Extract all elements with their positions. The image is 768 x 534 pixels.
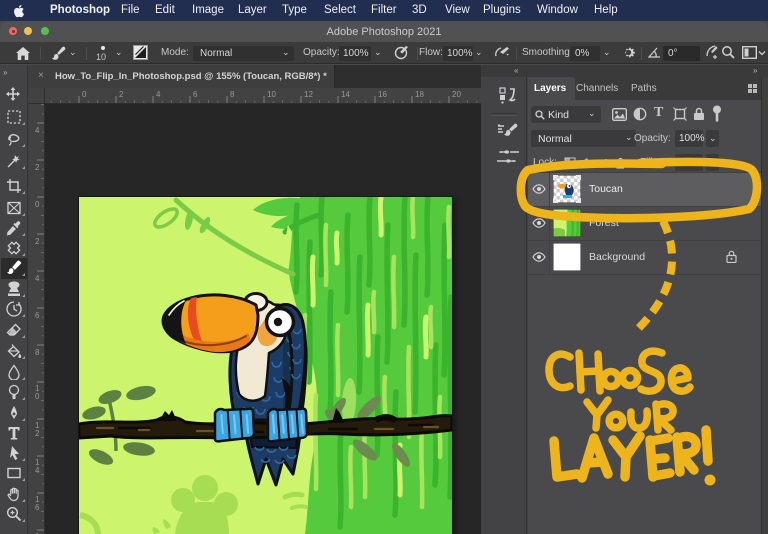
svg-text:4: 4 (156, 90, 161, 99)
svg-text:10: 10 (267, 90, 276, 99)
svg-text:8: 8 (230, 90, 235, 99)
svg-text:0: 0 (82, 90, 87, 99)
svg-text:4: 4 (35, 126, 40, 135)
svg-text:6: 6 (35, 311, 40, 320)
svg-text:2: 2 (119, 90, 124, 99)
svg-text:6: 6 (35, 503, 40, 512)
svg-text:4: 4 (35, 466, 40, 475)
svg-text:2: 2 (35, 163, 40, 172)
svg-text:2: 2 (35, 237, 40, 246)
svg-text:0: 0 (35, 392, 40, 401)
svg-text:4: 4 (35, 274, 40, 283)
svg-text:18: 18 (415, 90, 424, 99)
svg-text:12: 12 (304, 90, 313, 99)
svg-text:6: 6 (193, 90, 198, 99)
svg-text:0: 0 (35, 200, 40, 209)
svg-text:2: 2 (35, 429, 40, 438)
svg-text:8: 8 (35, 348, 40, 357)
svg-text:16: 16 (378, 90, 387, 99)
svg-text:20: 20 (452, 90, 461, 99)
svg-text:14: 14 (341, 90, 350, 99)
